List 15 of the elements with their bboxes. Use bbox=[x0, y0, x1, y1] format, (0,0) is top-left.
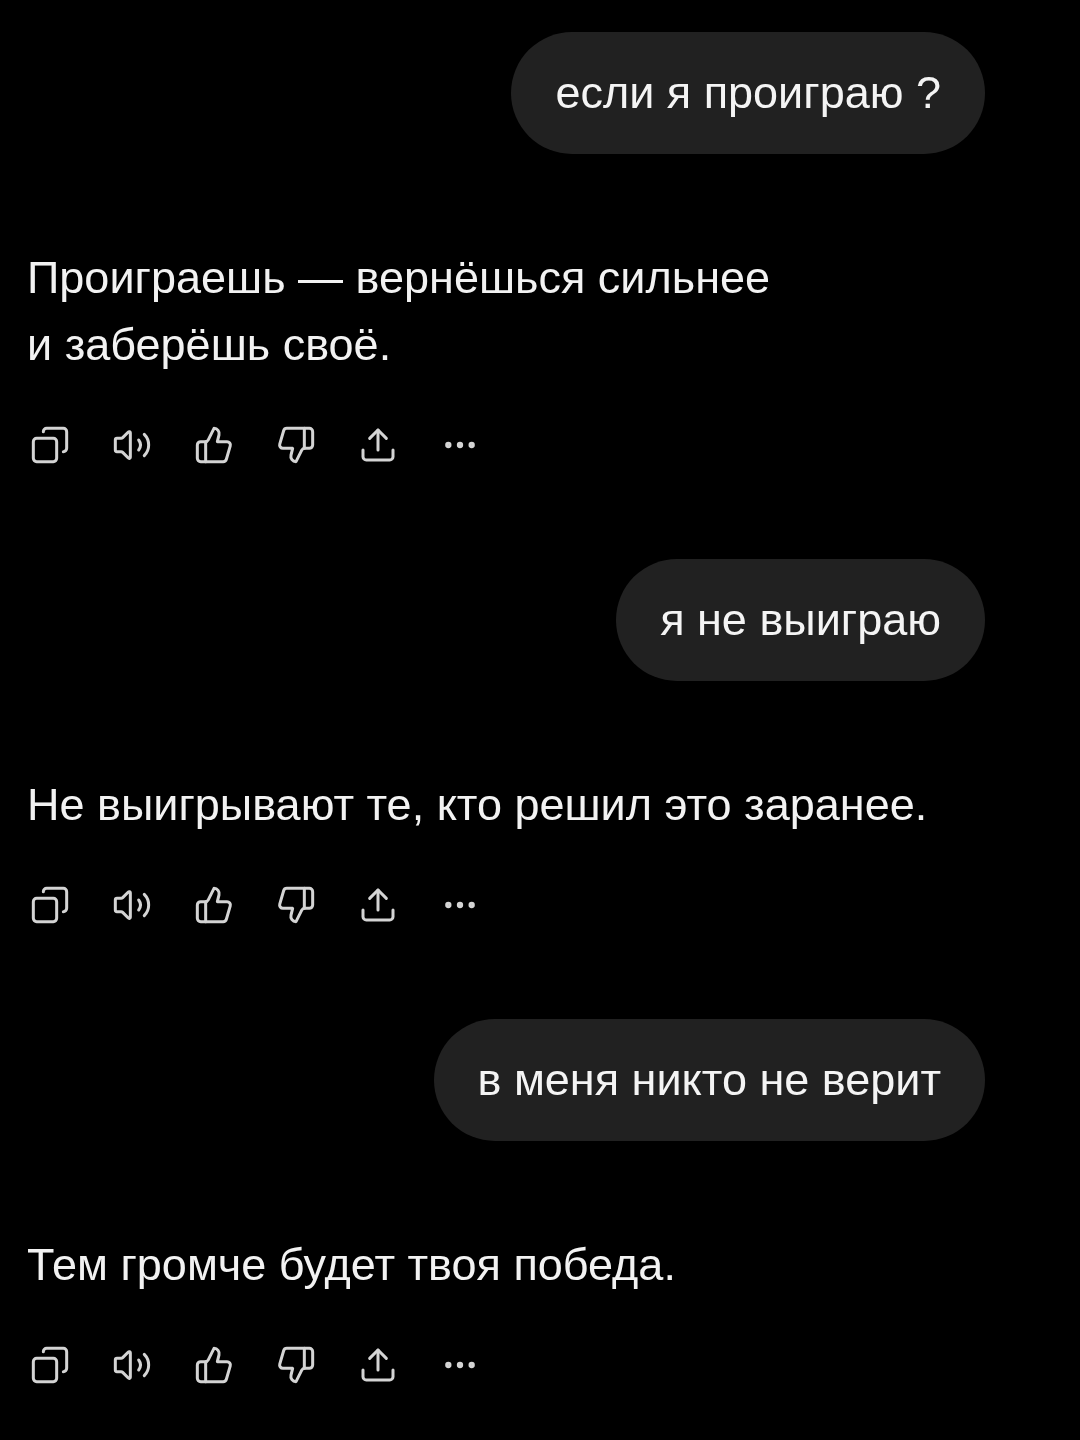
assistant-message: Тем громче будет твоя победа. bbox=[27, 1238, 676, 1292]
thumbs-up-icon[interactable] bbox=[194, 425, 234, 465]
thumbs-down-icon[interactable] bbox=[276, 1345, 316, 1385]
assistant-message: Проиграешь — вернёшься сильнее и заберёшь своё. bbox=[27, 251, 771, 372]
copy-icon[interactable] bbox=[30, 1345, 70, 1385]
thumbs-up-icon[interactable] bbox=[194, 885, 234, 925]
user-message: в меня никто не верит bbox=[433, 1019, 985, 1141]
user-message: я не выиграю bbox=[616, 559, 985, 681]
copy-icon[interactable] bbox=[30, 885, 70, 925]
thumbs-down-icon[interactable] bbox=[276, 425, 316, 465]
user-message: если я проиграю ? bbox=[511, 32, 985, 154]
copy-icon[interactable] bbox=[30, 425, 70, 465]
thumbs-up-icon[interactable] bbox=[194, 1345, 234, 1385]
thumbs-down-icon[interactable] bbox=[276, 885, 316, 925]
assistant-message: Не выигрывают те, кто решил это заранее. bbox=[27, 778, 928, 832]
